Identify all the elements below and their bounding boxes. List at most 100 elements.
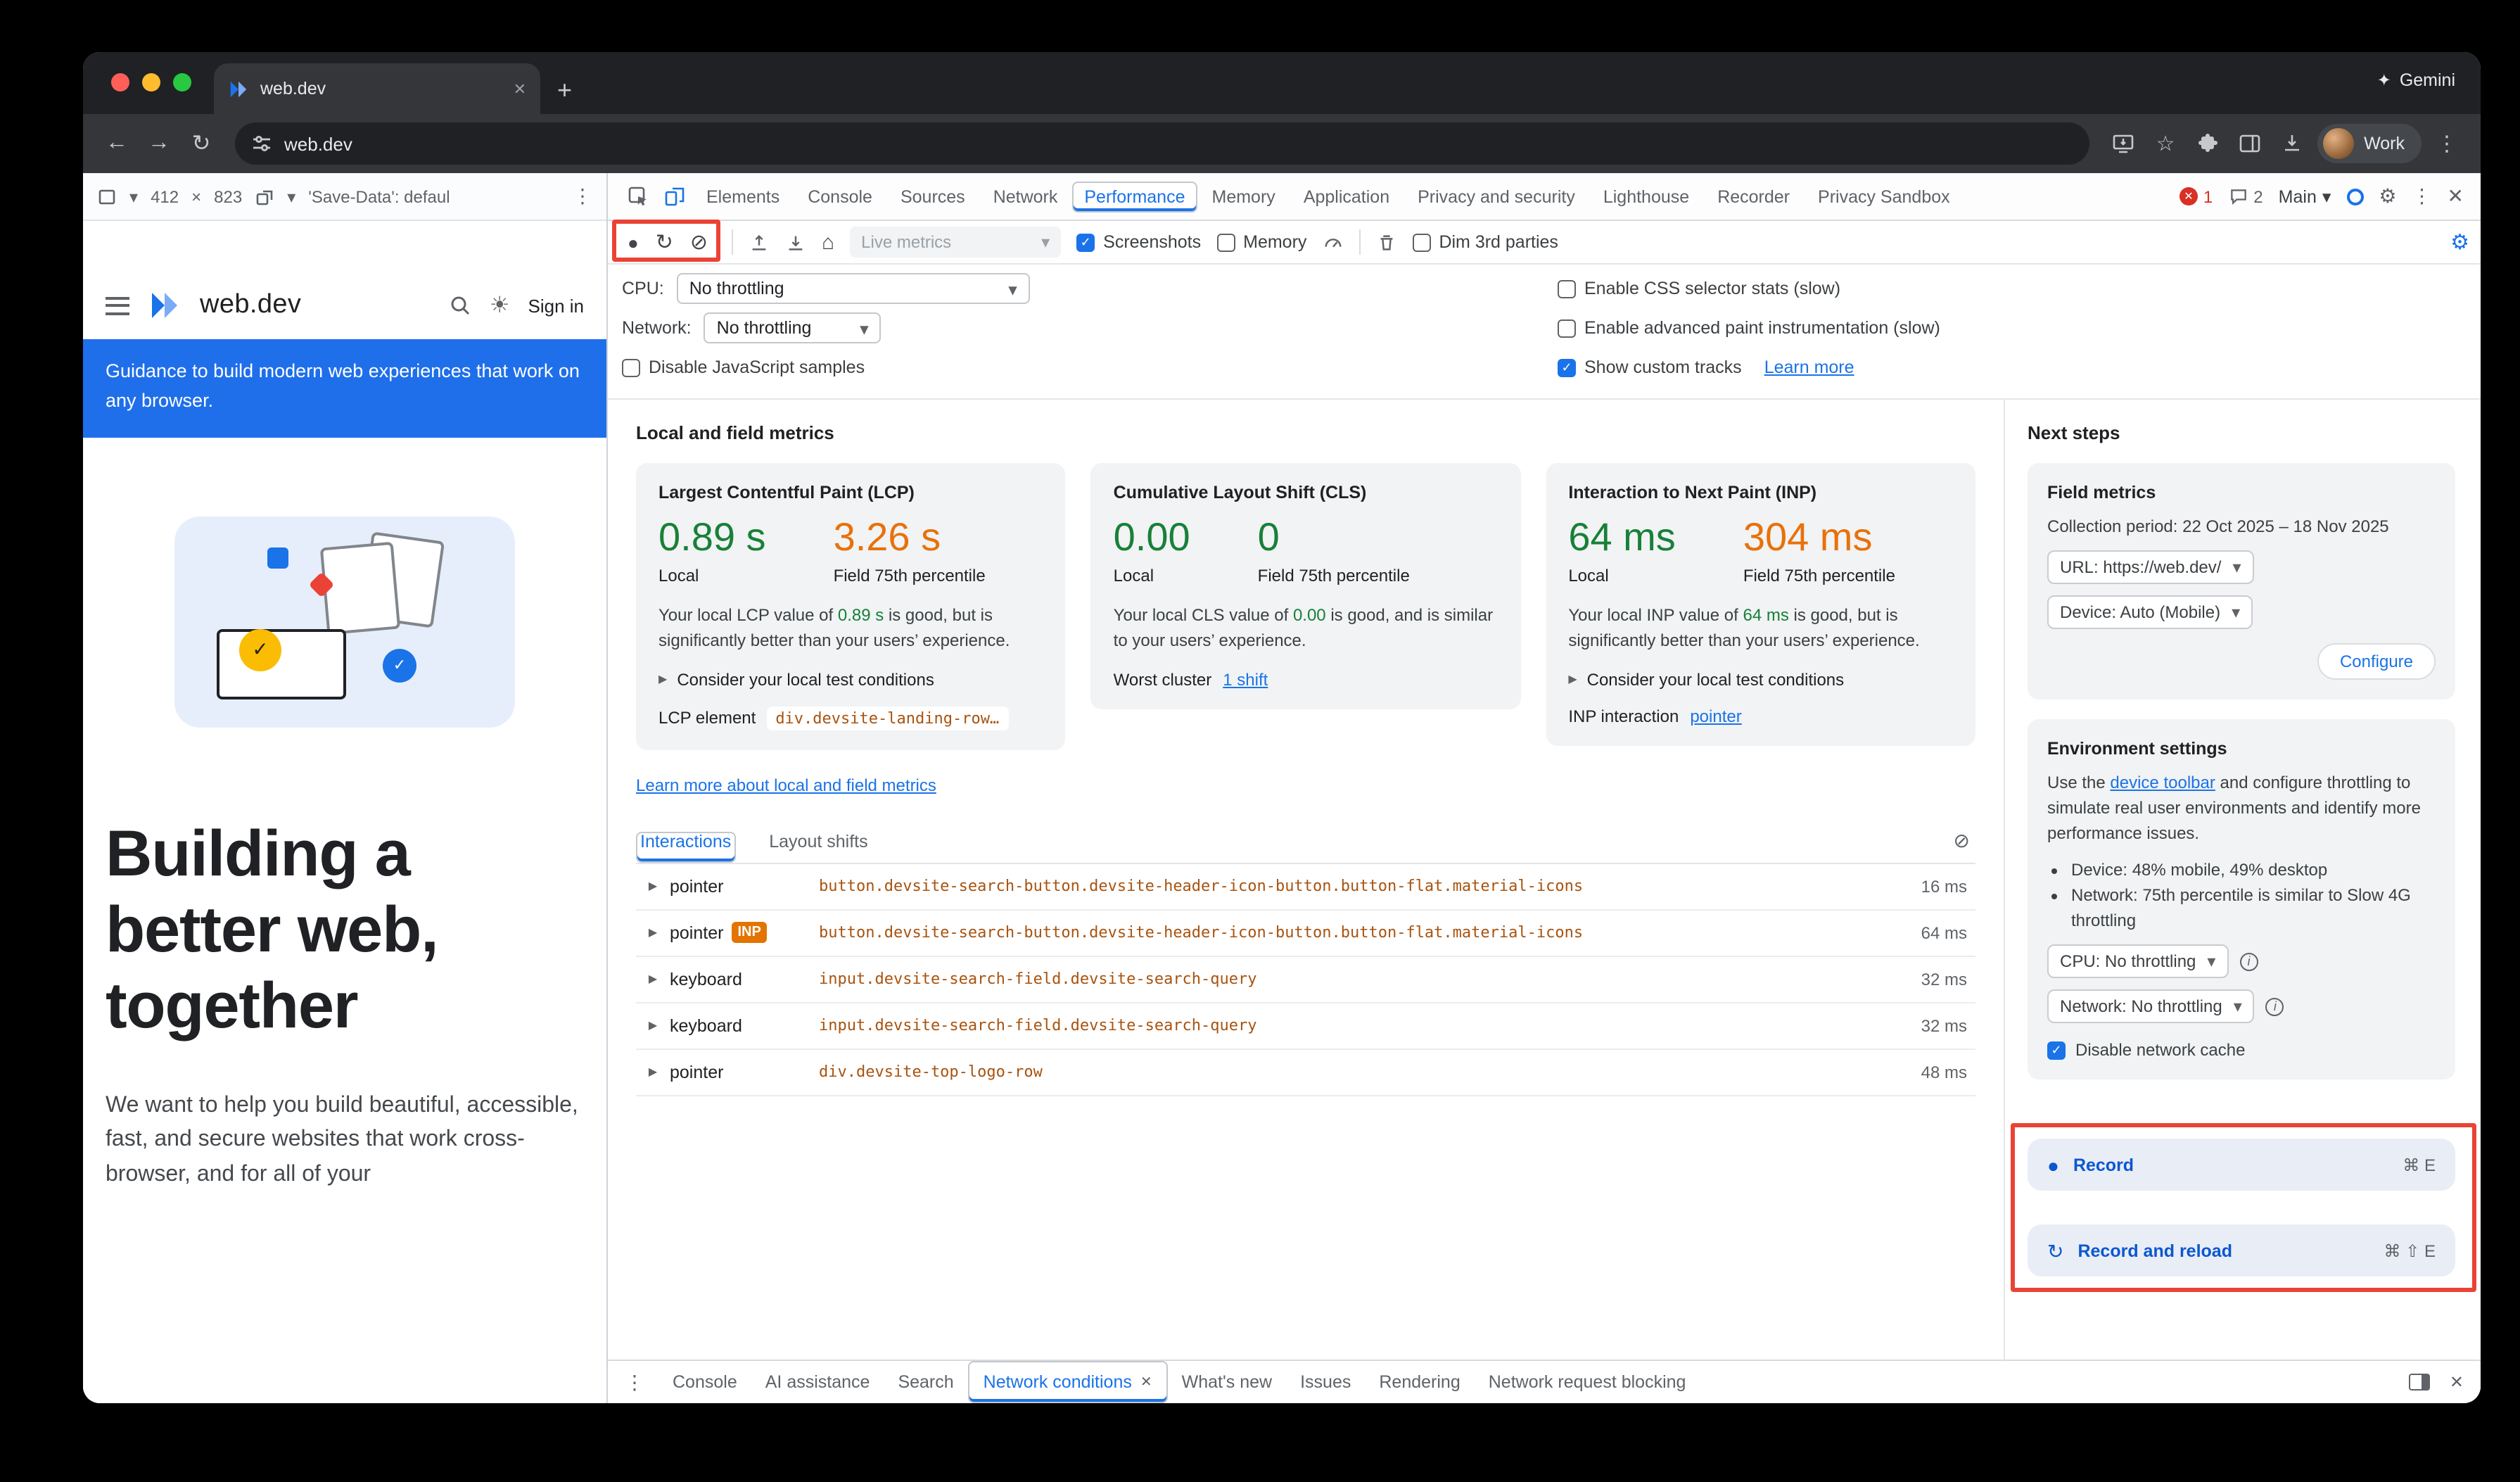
interaction-row[interactable]: keyboard input.devsite-search-field.devs…: [636, 1003, 1975, 1050]
viewport-width-value[interactable]: 412: [151, 186, 179, 206]
back-button[interactable]: [97, 124, 136, 163]
bookmark-star-icon[interactable]: [2146, 124, 2185, 163]
address-bar[interactable]: web.dev: [235, 122, 2089, 165]
viewport-height-value[interactable]: 823: [214, 186, 242, 206]
lcp-element-chip[interactable]: div.devsite-landing-row-ite…: [767, 707, 1009, 730]
worst-cluster-link[interactable]: 1 shift: [1223, 670, 1268, 690]
drawer-tab-search[interactable]: Search: [884, 1361, 967, 1403]
target-icon[interactable]: [2346, 188, 2363, 205]
tab-console[interactable]: Console: [794, 173, 886, 220]
device-toolbar-toggle-icon[interactable]: [656, 179, 692, 213]
dock-side-icon[interactable]: [2409, 1374, 2430, 1391]
interaction-row[interactable]: pointer div.devsite-top-logo-row 48 ms: [636, 1050, 1975, 1096]
drawer-menu-icon[interactable]: [625, 1370, 644, 1394]
tab-performance[interactable]: Performance: [1071, 181, 1197, 212]
css-selector-stats-checkbox[interactable]: Enable CSS selector stats (slow): [1558, 279, 1840, 298]
tab-sources[interactable]: Sources: [886, 173, 979, 220]
drawer-tab-console[interactable]: Console: [658, 1361, 751, 1403]
gemini-chip[interactable]: Gemini: [2377, 70, 2455, 90]
load-profile-icon[interactable]: [749, 232, 770, 253]
memory-checkbox[interactable]: Memory: [1216, 232, 1306, 252]
paint-instrumentation-checkbox[interactable]: Enable advanced paint instrumentation (s…: [1558, 318, 1940, 338]
tab-elements[interactable]: Elements: [692, 173, 794, 220]
network-condition-value[interactable]: 'Save-Data': defaul: [308, 186, 450, 206]
expand-arrow-icon[interactable]: [636, 1020, 670, 1032]
interaction-row[interactable]: pointerINP button.devsite-search-button.…: [636, 911, 1975, 957]
disable-js-samples-checkbox[interactable]: Disable JavaScript samples: [622, 357, 865, 377]
tab-privacy-sandbox[interactable]: Privacy Sandbox: [1804, 173, 1964, 220]
close-drawer-icon[interactable]: [2450, 1372, 2464, 1392]
info-icon[interactable]: [2266, 997, 2284, 1015]
expand-arrow-icon[interactable]: [636, 973, 670, 986]
device-select[interactable]: Device: Auto (Mobile): [2047, 595, 2253, 629]
inp-test-conditions-expander[interactable]: Consider your local test conditions: [1568, 670, 1953, 690]
drawer-tab-network-conditions[interactable]: Network conditions: [968, 1361, 1168, 1403]
collect-garbage-icon[interactable]: [1375, 232, 1396, 253]
sidebar-cpu-select[interactable]: CPU: No throttling: [2047, 944, 2228, 978]
learn-more-link[interactable]: Learn more: [1764, 357, 1854, 377]
tab-memory[interactable]: Memory: [1198, 173, 1290, 220]
downloads-icon[interactable]: [2272, 124, 2312, 163]
devtools-menu-icon[interactable]: [2412, 184, 2432, 208]
clear-icon[interactable]: [690, 232, 708, 253]
expand-arrow-icon[interactable]: [636, 927, 670, 939]
interaction-row[interactable]: keyboard input.devsite-search-field.devs…: [636, 957, 1975, 1003]
forward-button[interactable]: [139, 124, 179, 163]
save-profile-icon[interactable]: [785, 232, 806, 253]
search-icon[interactable]: [449, 294, 471, 317]
side-panel-icon[interactable]: [2230, 124, 2270, 163]
install-icon[interactable]: [2104, 124, 2143, 163]
cpu-throttling-select[interactable]: No throttling: [677, 273, 1030, 304]
devtools-settings-icon[interactable]: [2379, 184, 2396, 208]
site-brand[interactable]: web.dev: [200, 290, 301, 321]
new-tab-button[interactable]: [557, 77, 572, 103]
clear-interactions-icon[interactable]: [1948, 829, 1975, 863]
rotate-viewport-icon[interactable]: [255, 186, 274, 206]
inp-interaction-link[interactable]: pointer: [1690, 707, 1741, 726]
zoom-window-button[interactable]: [173, 73, 191, 91]
lcp-test-conditions-expander[interactable]: Consider your local test conditions: [658, 670, 1043, 690]
info-icon[interactable]: [2239, 952, 2258, 970]
viewport-preset-icon[interactable]: [97, 186, 117, 206]
drawer-tab-ai-assistance[interactable]: AI assistance: [751, 1361, 884, 1403]
expand-arrow-icon[interactable]: [636, 1066, 670, 1079]
configure-button[interactable]: Configure: [2317, 643, 2436, 680]
record-icon[interactable]: [628, 233, 639, 251]
tab-recorder[interactable]: Recorder: [1703, 173, 1804, 220]
close-window-button[interactable]: [111, 73, 129, 91]
browser-tab[interactable]: web.dev: [214, 63, 540, 114]
tab-privacy-security[interactable]: Privacy and security: [1404, 173, 1589, 220]
minimize-window-button[interactable]: [142, 73, 160, 91]
context-selector[interactable]: Main: [2279, 186, 2331, 207]
live-metrics-home-icon[interactable]: [822, 232, 834, 253]
viewport-preset-caret-icon[interactable]: [129, 186, 138, 206]
expand-arrow-icon[interactable]: [636, 880, 670, 893]
tab-layout-shifts[interactable]: Layout shifts: [766, 832, 870, 863]
device-toolbar-menu-icon[interactable]: [573, 184, 592, 208]
device-toolbar-link[interactable]: device toolbar: [2110, 773, 2215, 792]
inspect-icon[interactable]: [619, 179, 656, 213]
show-custom-tracks-checkbox[interactable]: Show custom tracks Learn more: [1558, 357, 1854, 377]
url-select[interactable]: URL: https://web.dev/: [2047, 550, 2254, 584]
tab-application[interactable]: Application: [1290, 173, 1404, 220]
error-badge[interactable]: 1: [2179, 186, 2213, 206]
dim-3rd-parties-checkbox[interactable]: Dim 3rd parties: [1412, 232, 1558, 252]
webdev-logo-icon[interactable]: [148, 289, 182, 322]
tab-close-icon[interactable]: [514, 80, 526, 98]
drawer-tab-network-request-blocking[interactable]: Network request blocking: [1475, 1361, 1700, 1403]
network-conditions-icon[interactable]: [1322, 232, 1343, 253]
browser-menu-icon[interactable]: [2427, 124, 2467, 163]
drawer-tab-whats-new[interactable]: What's new: [1168, 1361, 1286, 1403]
zoom-caret-icon[interactable]: [287, 186, 295, 206]
drawer-tab-issues[interactable]: Issues: [1286, 1361, 1365, 1403]
record-and-reload-button[interactable]: Record and reload ⌘ ⇧ E: [2028, 1224, 2455, 1277]
reload-button[interactable]: [182, 124, 221, 163]
theme-toggle-icon[interactable]: [490, 291, 510, 319]
tab-network[interactable]: Network: [979, 173, 1072, 220]
tab-lighthouse[interactable]: Lighthouse: [1589, 173, 1703, 220]
drawer-tab-rendering[interactable]: Rendering: [1365, 1361, 1474, 1403]
sidebar-network-select[interactable]: Network: No throttling: [2047, 989, 2255, 1023]
record-and-reload-icon[interactable]: [656, 232, 673, 253]
profile-chip[interactable]: Work: [2317, 124, 2422, 163]
menu-icon[interactable]: [106, 296, 129, 315]
